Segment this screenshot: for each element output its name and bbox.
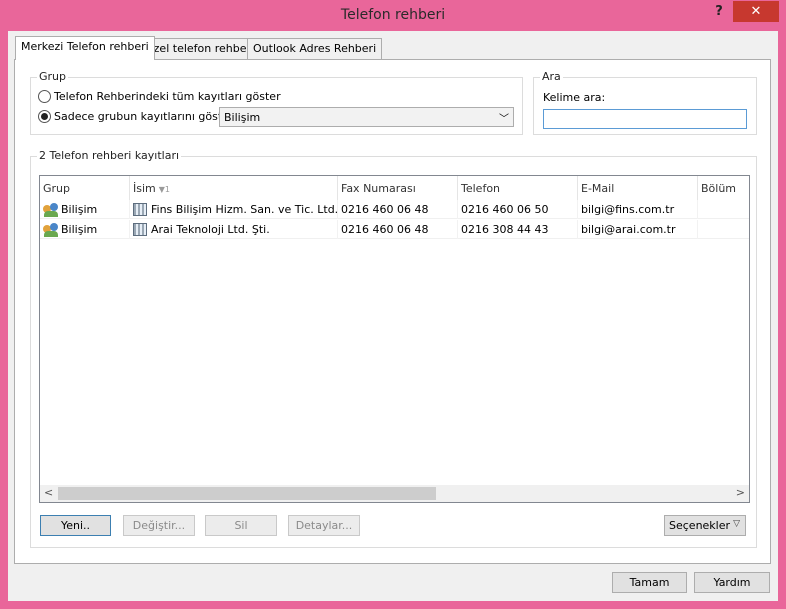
secenekler-button[interactable]: Seçenekler ▽	[664, 515, 746, 536]
dialog-window: Telefon rehberi ? ✕ Merkezi Telefon rehb…	[0, 0, 786, 609]
search-label: Kelime ara:	[543, 91, 606, 104]
cell-fax: 0216 460 06 48	[338, 200, 458, 219]
scroll-right-icon[interactable]: >	[736, 486, 745, 499]
radio-show-all-indicator[interactable]	[38, 90, 51, 103]
horizontal-scrollbar[interactable]: < >	[40, 485, 749, 502]
cell-bolum	[698, 200, 749, 219]
ara-legend: Ara	[540, 70, 563, 83]
column-header-isim[interactable]: İsim ▼1	[130, 176, 338, 200]
table-row[interactable]: Bilişim Arai Teknoloji Ltd. Şti. 0216 46…	[40, 220, 749, 239]
secenekler-label: Seçenekler	[669, 519, 731, 532]
window-title: Telefon rehberi	[340, 7, 446, 23]
dropdown-arrow-icon: ▽	[733, 519, 740, 529]
yeni-button[interactable]: Yeni..	[40, 515, 111, 536]
cell-isim-text: Arai Teknoloji Ltd. Şti.	[151, 223, 270, 236]
scrollbar-thumb[interactable]	[58, 487, 436, 500]
company-icon	[133, 223, 147, 236]
tab-panel: Grup Telefon Rehberindeki tüm kayıtları …	[14, 59, 771, 564]
column-header-telefon[interactable]: Telefon	[458, 176, 578, 200]
cell-fax: 0216 460 06 48	[338, 220, 458, 239]
tab-outlook-adres-rehberi[interactable]: Outlook Adres Rehberi	[247, 38, 383, 59]
close-button[interactable]: ✕	[733, 1, 779, 22]
ara-groupbox: Ara Kelime ara:	[533, 70, 757, 135]
radio-show-group-indicator[interactable]	[38, 110, 51, 123]
degistir-button[interactable]: Değiştir...	[123, 515, 195, 536]
radio-show-all-label: Telefon Rehberindeki tüm kayıtları göste…	[54, 90, 281, 103]
title-bar[interactable]: Telefon rehberi ? ✕	[0, 0, 786, 32]
cell-bolum	[698, 220, 749, 239]
company-icon	[133, 203, 147, 216]
column-header-isim-label: İsim	[133, 182, 156, 195]
scroll-left-icon[interactable]: <	[44, 486, 53, 499]
radio-show-group-label: Sadece grubun kayıtlarını göster	[54, 110, 234, 123]
tab-ozel-telefon-rehberi[interactable]: Özel telefon rehberi	[139, 38, 261, 59]
records-legend: 2 Telefon rehberi kayıtları	[37, 149, 182, 162]
column-header-fax[interactable]: Fax Numarası	[338, 176, 458, 200]
cell-isim: Fins Bilişim Hizm. San. ve Tic. Ltd. Şti…	[130, 200, 338, 219]
radio-show-group[interactable]: Sadece grubun kayıtlarını göster	[38, 110, 233, 123]
group-select[interactable]: Bilişim ﹀	[219, 107, 514, 127]
column-header-bolum[interactable]: Bölüm	[698, 176, 749, 200]
records-list[interactable]: Grup İsim ▼1 Fax Numarası Telefon E-Mail …	[39, 175, 750, 503]
column-header-grup[interactable]: Grup	[40, 176, 130, 200]
dialog-client: Merkezi Telefon rehberi Özel telefon reh…	[8, 31, 778, 601]
cell-telefon: 0216 460 06 50	[458, 200, 578, 219]
people-icon	[43, 223, 59, 237]
column-header-email[interactable]: E-Mail	[578, 176, 698, 200]
sort-indicator: ▼1	[158, 185, 170, 194]
radio-show-all[interactable]: Telefon Rehberindeki tüm kayıtları göste…	[38, 90, 281, 103]
cell-telefon: 0216 308 44 43	[458, 220, 578, 239]
sil-button[interactable]: Sil	[205, 515, 277, 536]
cell-email: bilgi@fins.com.tr	[578, 200, 698, 219]
search-input[interactable]	[543, 109, 747, 129]
cell-isim-text: Fins Bilişim Hizm. San. ve Tic. Ltd. Şti…	[151, 203, 338, 216]
detaylar-button[interactable]: Detaylar...	[288, 515, 360, 536]
cell-grup-text: Bilişim	[61, 223, 98, 236]
help-button[interactable]: ?	[708, 2, 730, 22]
records-groupbox: 2 Telefon rehberi kayıtları Grup İsim ▼1 …	[30, 149, 757, 548]
chevron-down-icon: ﹀	[499, 114, 509, 125]
grup-groupbox: Grup Telefon Rehberindeki tüm kayıtları …	[30, 70, 523, 135]
tab-merkezi-telefon-rehberi[interactable]: Merkezi Telefon rehberi	[15, 36, 155, 60]
grup-legend: Grup	[37, 70, 69, 83]
cell-isim: Arai Teknoloji Ltd. Şti.	[130, 220, 338, 239]
tamam-button[interactable]: Tamam	[612, 572, 687, 593]
group-select-value: Bilişim	[224, 111, 261, 124]
people-icon	[43, 203, 59, 217]
cell-email: bilgi@arai.com.tr	[578, 220, 698, 239]
cell-grup: Bilişim	[40, 220, 130, 239]
table-header: Grup İsim ▼1 Fax Numarası Telefon E-Mail …	[40, 176, 749, 200]
table-row[interactable]: Bilişim Fins Bilişim Hizm. San. ve Tic. …	[40, 200, 749, 219]
cell-grup: Bilişim	[40, 200, 130, 219]
yardim-button[interactable]: Yardım	[694, 572, 770, 593]
cell-grup-text: Bilişim	[61, 203, 98, 216]
